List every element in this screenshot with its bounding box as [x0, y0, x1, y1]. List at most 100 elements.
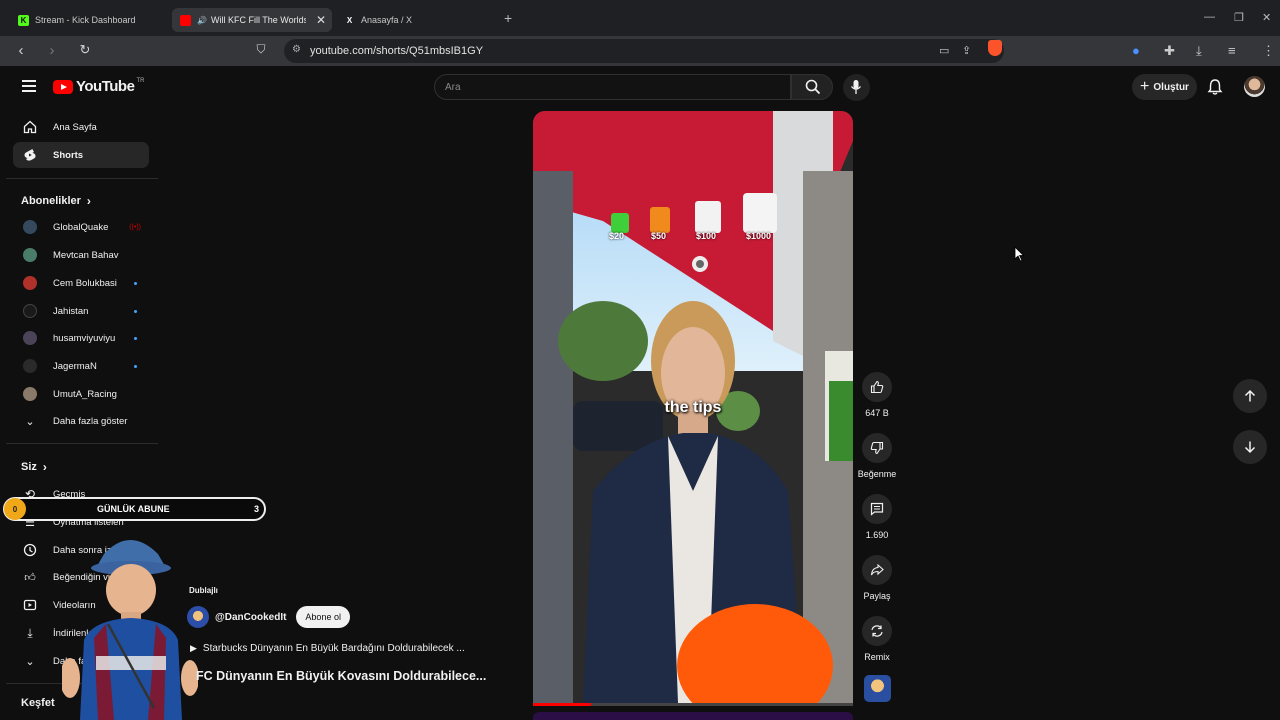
youtube-logo[interactable]: YouTube TR	[53, 78, 144, 95]
sidebar-item-umuta-racing[interactable]: UmutA_Racing	[13, 381, 149, 407]
sidebar-item-label: husamviyuviyu	[53, 332, 116, 344]
share-action[interactable]: Paylaş	[857, 555, 897, 601]
reload-icon[interactable]: ↻	[76, 42, 94, 58]
new-content-dot	[134, 364, 137, 368]
channel-name[interactable]: @DanCookedIt	[215, 612, 286, 623]
arrow-up-icon	[1244, 389, 1256, 402]
address-bar[interactable]: ⚙ youtube.com/shorts/Q51mbsIB1GY ▭ ⇪	[284, 39, 1004, 63]
browser-tab-bar: K Stream - Kick Dashboard 🔊 Will KFC Fil…	[0, 0, 1280, 36]
search-button[interactable]	[791, 74, 833, 100]
restore-icon[interactable]: ❐	[1234, 11, 1244, 24]
voice-search-button[interactable]	[843, 74, 870, 101]
back-icon[interactable]: ‹	[12, 42, 30, 59]
play-arrow-icon: ▶	[190, 643, 197, 653]
channel-avatar[interactable]	[187, 606, 209, 628]
close-tab-icon[interactable]: ✕	[316, 13, 326, 27]
download-icon: ⤓	[27, 625, 33, 640]
share-button[interactable]	[862, 555, 892, 585]
sidebar-item-mevtcan-bahav[interactable]: Mevtcan Bahav	[13, 242, 149, 268]
sidebar-item-label: Ana Sayfa	[53, 121, 97, 133]
sidebar-item-home[interactable]: Ana Sayfa	[13, 114, 149, 140]
explore-title: Keşfet	[21, 697, 55, 709]
video-title[interactable]: FC Dünyanın En Büyük Kovasını Doldurabil…	[196, 669, 486, 683]
extension-icon[interactable]: ●	[1132, 43, 1140, 58]
search-icon	[805, 79, 821, 95]
new-content-dot	[134, 309, 137, 313]
channel-avatar	[23, 220, 37, 234]
chevron-right-icon: ›	[86, 194, 91, 208]
remix-action[interactable]: Remix	[857, 616, 897, 662]
kick-icon: K	[18, 14, 29, 26]
youtube-play-icon	[53, 79, 73, 94]
comments-button[interactable]	[862, 494, 892, 524]
tab-youtube-short[interactable]: 🔊 Will KFC Fill The Worlds Big ✕	[172, 8, 332, 32]
tab-kick-dashboard[interactable]: K Stream - Kick Dashboard	[10, 8, 170, 32]
you-heading[interactable]: Siz ›	[21, 460, 47, 474]
more-menu-icon[interactable]: ⋮	[1262, 43, 1275, 59]
sidebar-item-husamviyuviyu[interactable]: husamviyuviyu	[13, 325, 149, 351]
dislike-action[interactable]: Beğenme	[857, 433, 897, 479]
price-label: $1000	[746, 231, 772, 241]
media-controls-icon[interactable]: ≡	[1228, 43, 1236, 58]
create-button[interactable]: + Oluştur	[1132, 74, 1197, 100]
sidebar-item-cem-bolukbasi[interactable]: Cem Bolukbasi	[13, 270, 149, 296]
menu-icon[interactable]	[22, 80, 36, 92]
new-tab-icon[interactable]: +	[504, 10, 512, 26]
sidebar-item-jagerman[interactable]: JagermaN	[13, 353, 149, 379]
previous-short-button[interactable]	[1233, 379, 1267, 413]
minimize-icon[interactable]: —	[1204, 11, 1215, 23]
logo-text: YouTube	[76, 78, 135, 95]
shorts-video-player[interactable]: $20 $50 $100 $1000 the tips	[533, 111, 853, 703]
channel-avatar	[23, 359, 37, 373]
chevron-down-icon: ⌄	[25, 415, 35, 428]
progress-fill	[533, 703, 591, 706]
explore-heading: Keşfet	[21, 697, 55, 709]
notifications-bell-icon[interactable]	[1207, 78, 1223, 96]
puzzle-icon[interactable]: ✚	[1164, 43, 1175, 59]
related-short-link[interactable]: ▶ Starbucks Dünyanın En Büyük Bardağını …	[190, 643, 465, 654]
like-button[interactable]	[862, 372, 892, 402]
search-input[interactable]	[445, 79, 775, 95]
sidebar-item-label: Daha fazla göster	[53, 415, 128, 427]
chevron-right-icon: ›	[42, 460, 47, 474]
forward-icon[interactable]: ›	[43, 42, 61, 59]
chevron-down-icon: ⌄	[25, 655, 35, 668]
next-short-preview[interactable]	[533, 712, 853, 720]
like-action[interactable]: 647 B	[857, 372, 897, 418]
youtube-header: YouTube TR + Oluştur	[0, 66, 1280, 110]
tab-x-home[interactable]: X Anasayfa / X	[336, 8, 496, 32]
sidebar-item-shorts[interactable]: Shorts	[13, 142, 149, 168]
sound-thumbnail[interactable]	[864, 675, 891, 702]
close-window-icon[interactable]: ✕	[1262, 11, 1271, 24]
subscribe-button[interactable]: Abone ol	[296, 606, 350, 628]
dislike-button[interactable]	[862, 433, 892, 463]
remix-button[interactable]	[862, 616, 892, 646]
arrow-down-icon	[1244, 441, 1256, 454]
country-code: TR	[136, 77, 145, 84]
sidebar-item-label: GlobalQuake	[53, 221, 109, 233]
related-short-title: Starbucks Dünyanın En Büyük Bardağını Do…	[202, 643, 465, 654]
remix-label: Remix	[864, 652, 890, 662]
comment-icon	[870, 502, 884, 516]
sidebar-item-show-more[interactable]: ⌄ Daha fazla göster	[13, 408, 149, 434]
share-page-icon[interactable]: ⇪	[962, 44, 971, 57]
dislike-label: Beğenme	[857, 469, 897, 479]
brave-shields-icon[interactable]	[988, 40, 1002, 56]
microphone-icon	[850, 80, 862, 94]
subscriptions-heading[interactable]: Abonelikler ›	[21, 194, 91, 208]
video-progress-bar[interactable]	[533, 703, 853, 706]
account-avatar[interactable]	[1244, 76, 1265, 97]
comments-action[interactable]: 1.690	[857, 494, 897, 540]
site-info-icon[interactable]: ⚙	[292, 44, 301, 55]
sidebar-item-jahistan[interactable]: Jahistan	[13, 298, 149, 324]
downloads-icon[interactable]: ⤓	[1196, 43, 1202, 59]
goal-start-value: 0	[4, 498, 26, 520]
thumbs-down-icon	[870, 441, 884, 455]
bookmark-icon[interactable]: ⛉	[252, 42, 270, 57]
next-short-button[interactable]	[1233, 430, 1267, 464]
like-icon: 👍︎	[24, 571, 36, 584]
cast-icon[interactable]: ▭	[939, 44, 949, 57]
video-caption: the tips	[664, 399, 722, 416]
sidebar-item-globalquake[interactable]: GlobalQuake ((•))	[13, 214, 149, 240]
search-box	[434, 74, 791, 100]
